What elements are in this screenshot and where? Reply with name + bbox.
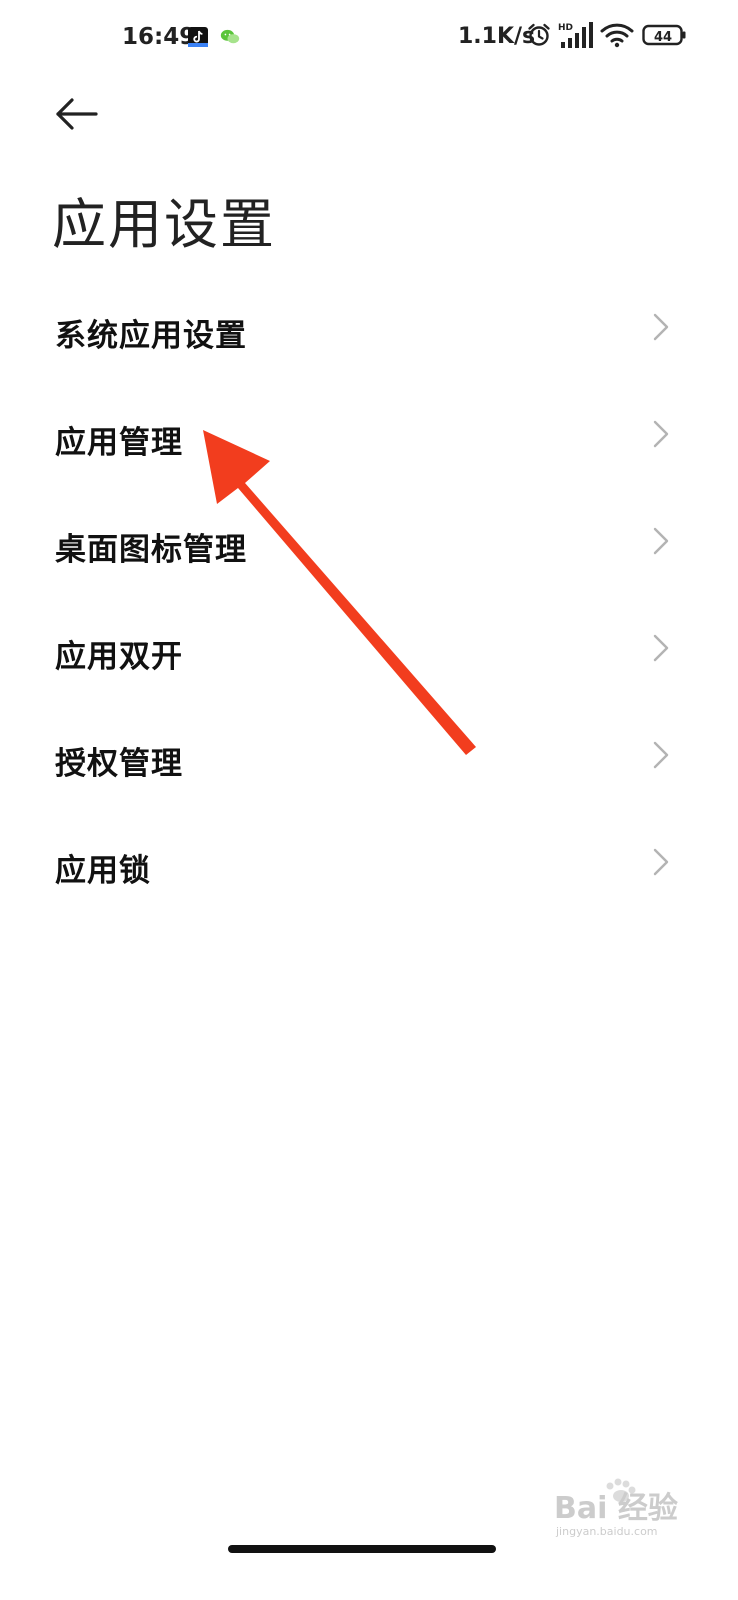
wechat-icon xyxy=(220,29,240,44)
status-bar: 16:49 1.1K/s HD 44 xyxy=(0,0,738,80)
menu-item-app-lock[interactable]: 应用锁 xyxy=(0,809,738,916)
menu-item-system-app-settings[interactable]: 系统应用设置 xyxy=(0,274,738,381)
watermark-text: Bai 经验 xyxy=(554,1491,678,1526)
status-time: 16:49 xyxy=(122,24,196,50)
home-indicator[interactable] xyxy=(228,1545,496,1553)
settings-menu-list: 系统应用设置 应用管理 桌面图标管理 应用双开 授权管理 应用锁 xyxy=(0,274,738,916)
menu-item-desktop-icon-management[interactable]: 桌面图标管理 xyxy=(0,488,738,595)
chevron-right-icon xyxy=(653,313,669,341)
menu-item-label: 系统应用设置 xyxy=(55,318,247,354)
wifi-icon xyxy=(600,23,634,48)
menu-item-app-management[interactable]: 应用管理 xyxy=(0,381,738,488)
chevron-right-icon xyxy=(653,420,669,448)
chevron-right-icon xyxy=(653,848,669,876)
watermark-subtext: jingyan.baidu.com xyxy=(555,1525,658,1538)
signal-icon: HD xyxy=(558,22,593,48)
chevron-right-icon xyxy=(653,527,669,555)
chevron-right-icon xyxy=(653,741,669,769)
menu-item-label: 应用管理 xyxy=(55,425,183,461)
battery-level: 44 xyxy=(653,30,673,45)
menu-item-dual-apps[interactable]: 应用双开 xyxy=(0,595,738,702)
menu-item-label: 桌面图标管理 xyxy=(55,532,247,568)
menu-item-label: 应用双开 xyxy=(55,639,183,675)
back-button[interactable] xyxy=(52,94,104,134)
tiktok-icon xyxy=(188,27,208,47)
arrow-left-icon xyxy=(56,98,98,130)
alarm-icon xyxy=(528,23,550,46)
network-speed: 1.1K/s xyxy=(458,24,536,49)
menu-item-label: 授权管理 xyxy=(55,746,183,782)
menu-item-label: 应用锁 xyxy=(55,853,151,889)
page-title: 应用设置 xyxy=(52,193,276,256)
chevron-right-icon xyxy=(653,634,669,662)
network-type-label: HD xyxy=(558,23,573,33)
baidu-jingyan-watermark: Bai 经验 jingyan.baidu.com xyxy=(554,1478,678,1538)
menu-item-permission-management[interactable]: 授权管理 xyxy=(0,702,738,809)
